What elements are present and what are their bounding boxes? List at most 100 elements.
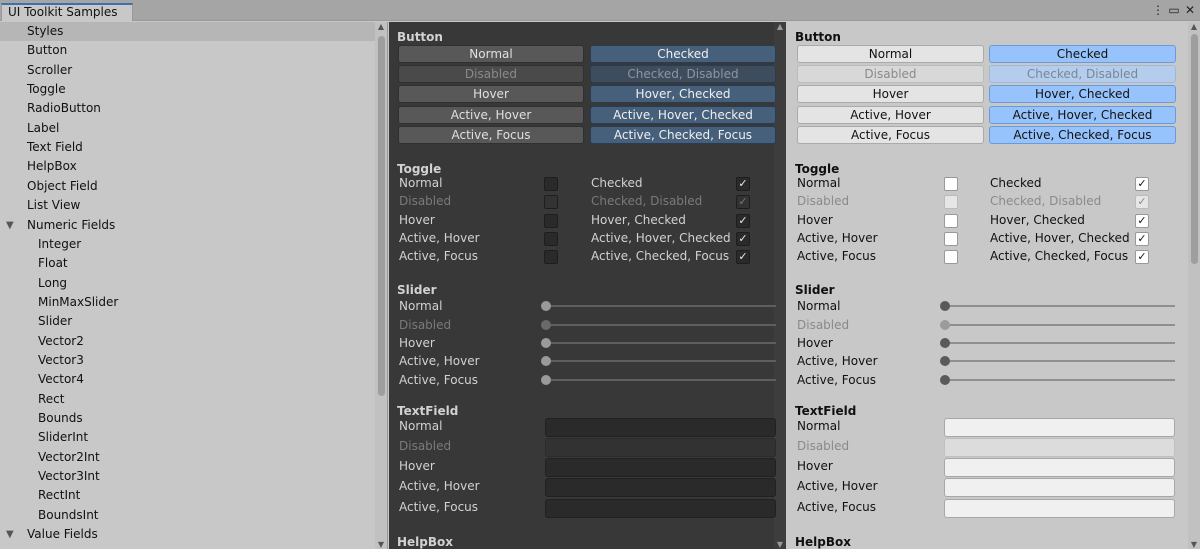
close-icon[interactable]: ✕ <box>1184 3 1196 17</box>
light-toggle-checkbox[interactable] <box>944 232 958 246</box>
tree-item[interactable]: Button <box>0 41 375 60</box>
dark-slider-track[interactable] <box>545 342 776 344</box>
light-text-input[interactable] <box>944 478 1175 497</box>
dark-checked-button-2[interactable]: Hover, Checked <box>590 85 776 103</box>
light-slider-track[interactable] <box>944 379 1175 381</box>
light-slider-knob[interactable] <box>940 375 950 385</box>
tree-item[interactable]: Text Field <box>0 138 375 157</box>
dark-text-input[interactable] <box>545 478 776 497</box>
light-checked-button-0[interactable]: Checked <box>989 45 1176 63</box>
expand-arrow-icon[interactable]: ▼ <box>6 216 14 235</box>
scroll-down-icon[interactable]: ▼ <box>774 540 786 549</box>
dark-checked-button-3[interactable]: Active, Hover, Checked <box>590 106 776 124</box>
light-panel-scroll-thumb[interactable] <box>1191 34 1198 264</box>
light-toggle-checkbox[interactable] <box>944 214 958 228</box>
dark-toggle-checkbox[interactable] <box>544 232 558 246</box>
window-tab[interactable]: UI Toolkit Samples <box>1 3 133 21</box>
light-slider-track[interactable] <box>944 360 1175 362</box>
dark-toggle-checked-checkbox[interactable]: ✓ <box>736 214 750 228</box>
dark-slider-knob[interactable] <box>541 338 551 348</box>
light-toggle-checked-checkbox[interactable]: ✓ <box>1135 214 1149 228</box>
tree-item[interactable]: BoundsInt <box>0 506 375 525</box>
scroll-up-icon[interactable]: ▲ <box>774 22 786 31</box>
tree-item[interactable]: Vector4 <box>0 370 375 389</box>
tree-item[interactable]: Bounds <box>0 409 375 428</box>
light-button-4[interactable]: Active, Focus <box>797 126 984 144</box>
tree-item[interactable]: Long <box>0 274 375 293</box>
dark-slider-knob[interactable] <box>541 301 551 311</box>
light-slider-knob[interactable] <box>940 338 950 348</box>
dark-toggle-checked-checkbox[interactable]: ✓ <box>736 232 750 246</box>
tree-item[interactable]: Vector2 <box>0 332 375 351</box>
dark-button-0[interactable]: Normal <box>398 45 584 63</box>
light-toggle-checkbox[interactable] <box>944 177 958 191</box>
tree-item[interactable]: Vector3Int <box>0 467 375 486</box>
scroll-up-icon[interactable]: ▲ <box>1188 22 1200 31</box>
scroll-down-icon[interactable]: ▼ <box>1188 540 1200 549</box>
dark-toggle-checked-checkbox[interactable]: ✓ <box>736 177 750 191</box>
light-button-3[interactable]: Active, Hover <box>797 106 984 124</box>
tree-item[interactable]: Slider <box>0 312 375 331</box>
sidebar-scroll-thumb[interactable] <box>378 36 385 396</box>
tree-item[interactable]: RadioButton <box>0 99 375 118</box>
light-toggle-checked-checkbox[interactable]: ✓ <box>1135 250 1149 264</box>
dark-button-2[interactable]: Hover <box>398 85 584 103</box>
tree-item[interactable]: Object Field <box>0 177 375 196</box>
tree-item[interactable]: Styles <box>0 22 375 41</box>
light-text-input[interactable] <box>944 499 1175 518</box>
maximize-icon[interactable]: ▭ <box>1168 3 1180 17</box>
light-slider-track[interactable] <box>944 342 1175 344</box>
scroll-up-icon[interactable]: ▲ <box>375 22 387 31</box>
light-slider-knob[interactable] <box>940 356 950 366</box>
scroll-down-icon[interactable]: ▼ <box>375 540 387 549</box>
light-checked-button-4[interactable]: Active, Checked, Focus <box>989 126 1176 144</box>
more-icon[interactable]: ⋮ <box>1152 3 1164 17</box>
tree-item[interactable]: MinMaxSlider <box>0 293 375 312</box>
dark-button-4[interactable]: Active, Focus <box>398 126 584 144</box>
dark-slider-knob[interactable] <box>541 375 551 385</box>
light-text-input[interactable] <box>944 458 1175 477</box>
light-checked-button-3[interactable]: Active, Hover, Checked <box>989 106 1176 124</box>
tree-item[interactable]: Toggle <box>0 80 375 99</box>
light-checked-button-2[interactable]: Hover, Checked <box>989 85 1176 103</box>
tree-item[interactable]: List View <box>0 196 375 215</box>
light-toggle-checkbox[interactable] <box>944 250 958 264</box>
dark-toggle-checkbox[interactable] <box>544 214 558 228</box>
tree-item[interactable]: Vector2Int <box>0 448 375 467</box>
dark-text-input[interactable] <box>545 458 776 477</box>
light-toggle-checked-checkbox[interactable]: ✓ <box>1135 232 1149 246</box>
dark-checked-button-0[interactable]: Checked <box>590 45 776 63</box>
tree-item[interactable]: Scroller <box>0 61 375 80</box>
dark-toggle-checked-checkbox[interactable]: ✓ <box>736 250 750 264</box>
dark-toggle-checkbox[interactable] <box>544 250 558 264</box>
tree-item[interactable]: SliderInt <box>0 428 375 447</box>
dark-slider-label: Active, Hover <box>399 354 480 368</box>
expand-arrow-icon[interactable]: ▼ <box>6 525 14 544</box>
light-toggle-checked-checkbox[interactable]: ✓ <box>1135 177 1149 191</box>
tree-item[interactable]: Integer <box>0 235 375 254</box>
dark-slider-knob[interactable] <box>541 356 551 366</box>
dark-text-input[interactable] <box>545 499 776 518</box>
tree-item[interactable]: ▼ Numeric Fields <box>0 216 375 235</box>
tree-item[interactable]: Label <box>0 119 375 138</box>
tree-item[interactable]: ▼ Value Fields <box>0 525 375 544</box>
tree-item[interactable]: Rect <box>0 390 375 409</box>
tree-item[interactable]: Vector3 <box>0 351 375 370</box>
dark-toggle-checkbox[interactable] <box>544 177 558 191</box>
light-slider-track[interactable] <box>944 305 1175 307</box>
dark-slider-track[interactable] <box>545 305 776 307</box>
dark-text-input[interactable] <box>545 418 776 437</box>
light-slider-knob[interactable] <box>940 301 950 311</box>
light-button-2[interactable]: Hover <box>797 85 984 103</box>
tree-item[interactable]: Float <box>0 254 375 273</box>
light-panel-scrollbar[interactable]: ▲ ▼ <box>1188 22 1200 549</box>
light-button-0[interactable]: Normal <box>797 45 984 63</box>
light-text-input[interactable] <box>944 418 1175 437</box>
dark-slider-track[interactable] <box>545 360 776 362</box>
dark-button-3[interactable]: Active, Hover <box>398 106 584 124</box>
dark-checked-button-4[interactable]: Active, Checked, Focus <box>590 126 776 144</box>
sidebar-scrollbar[interactable]: ▲ ▼ <box>375 22 387 549</box>
dark-slider-track[interactable] <box>545 379 776 381</box>
tree-item[interactable]: RectInt <box>0 486 375 505</box>
tree-item[interactable]: HelpBox <box>0 157 375 176</box>
